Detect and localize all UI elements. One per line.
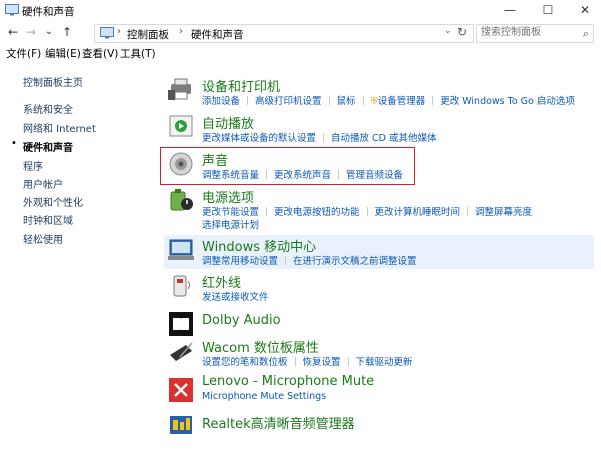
search-icon[interactable]: ⌕ [583, 27, 589, 41]
sidebar-item-user-accounts[interactable]: 用户帐户 [23, 176, 63, 191]
menu-tools[interactable]: 工具(T) [120, 46, 156, 61]
link-divider [247, 96, 249, 105]
category-links: 调整常用移动设置 在进行演示文稿之前调整设置 [202, 253, 417, 267]
link-screen-brightness[interactable]: 调整屏幕亮度 [475, 207, 532, 218]
up-icon[interactable]: ↑ [60, 24, 74, 40]
link-restore-settings[interactable]: 恢复设置 [303, 357, 341, 368]
tablet-icon [170, 342, 193, 361]
shield-icon: ⛨ [370, 96, 378, 107]
link-sleep-time[interactable]: 更改计算机睡眠时间 [375, 207, 461, 218]
menu-view[interactable]: 查看(V) [82, 46, 118, 61]
infrared-icon [173, 275, 190, 297]
category-links: 更改节能设置 更改电源按钮的功能 更改计算机睡眠时间 调整屏幕亮度 [202, 204, 532, 218]
link-divider [362, 96, 364, 105]
window-title: 硬件和声音 [22, 6, 75, 18]
minimize-button[interactable]: — [494, 0, 526, 22]
mobility-center-icon [168, 239, 194, 260]
link-divider [294, 357, 296, 366]
microphone-mute-icon [169, 378, 193, 402]
maximize-button[interactable]: ☐ [532, 0, 564, 22]
link-mouse[interactable]: 鼠标 [337, 96, 356, 107]
link-media-defaults[interactable]: 更改媒体或设备的默认设置 [202, 133, 316, 144]
category-title[interactable]: Lenovo - Microphone Mute [202, 374, 374, 389]
address-row: ← → ⌄ ↑ › 控制面板 › 硬件和声音 ⌄ ↻ ⌕ [0, 22, 601, 44]
sidebar-item-system-security[interactable]: 系统和安全 [23, 101, 73, 116]
sidebar-item-hardware-sound[interactable]: 硬件和声音 [23, 139, 73, 154]
category-links: 添加设备 高级打印机设置 鼠标 ⛨设备管理器 更改 Windows To Go 启动选项 [202, 93, 575, 107]
link-manage-audio-devices[interactable]: 管理音频设备 [346, 170, 403, 181]
category-links: 选择电源计划 [202, 217, 259, 231]
link-presentation-settings[interactable]: 在进行演示文稿之前调整设置 [293, 256, 417, 267]
back-icon[interactable]: ← [6, 24, 20, 40]
dolby-icon [169, 312, 193, 336]
link-divider [347, 357, 349, 366]
link-mic-mute-settings[interactable]: Microphone Mute Settings [202, 391, 326, 402]
sidebar-item-clock-region[interactable]: 时钟和区域 [23, 212, 73, 227]
menu-file[interactable]: 文件(F) [6, 46, 41, 61]
category-title[interactable]: Dolby Audio [202, 313, 281, 328]
refresh-icon[interactable]: ↻ [457, 25, 467, 39]
speaker-icon [169, 152, 193, 176]
link-autoplay-cd[interactable]: 自动播放 CD 或其他媒体 [331, 133, 437, 144]
breadcrumb-hardware-sound[interactable]: 硬件和声音 [191, 27, 244, 42]
link-divider [467, 207, 469, 216]
sidebar-item-ease-of-access[interactable]: 轻松使用 [23, 231, 63, 246]
control-panel-icon [100, 27, 114, 39]
close-button[interactable]: ✕ [569, 0, 601, 22]
breadcrumb-control-panel[interactable]: 控制面板 [127, 27, 169, 42]
link-mobility-settings[interactable]: 调整常用移动设置 [202, 256, 278, 267]
forward-icon[interactable]: → [24, 24, 38, 40]
power-icon [170, 189, 193, 211]
link-divider [266, 170, 268, 179]
link-power-plan[interactable]: 选择电源计划 [202, 220, 259, 231]
sidebar-item-programs[interactable]: 程序 [23, 158, 43, 173]
category-links: 发送或接收文件 [202, 289, 269, 303]
control-panel-icon [5, 4, 19, 16]
link-divider [323, 133, 325, 142]
link-change-sounds[interactable]: 更改系统声音 [274, 170, 331, 181]
search-box: ⌕ [476, 24, 594, 43]
category-links: 设置您的笔和数位板 恢复设置 下载驱动更新 [202, 354, 413, 368]
link-download-driver[interactable]: 下载驱动更新 [356, 357, 413, 368]
menu-edit[interactable]: 编辑(E) [45, 46, 81, 61]
title-bar: 硬件和声音 — ☐ ✕ [0, 0, 601, 22]
link-divider [285, 256, 287, 265]
sidebar-item-appearance[interactable]: 外观和个性化 [23, 194, 83, 209]
recent-pages-icon[interactable]: ⌄ [42, 24, 56, 40]
link-divider [366, 207, 368, 216]
sidebar-item-home[interactable]: 控制面板主页 [23, 74, 83, 89]
breadcrumb-separator: › [117, 26, 121, 37]
link-device-manager[interactable]: 设备管理器 [378, 96, 426, 107]
link-windows-to-go[interactable]: 更改 Windows To Go 启动选项 [440, 96, 575, 107]
link-pen-tablet-settings[interactable]: 设置您的笔和数位板 [202, 357, 288, 368]
link-adjust-volume[interactable]: 调整系统音量 [202, 170, 259, 181]
address-bar[interactable]: › 控制面板 › 硬件和声音 ⌄ ↻ [94, 24, 474, 43]
category-links: 更改媒体或设备的默认设置 自动播放 CD 或其他媒体 [202, 130, 437, 144]
category-links: Microphone Mute Settings [202, 391, 326, 402]
link-send-receive-files[interactable]: 发送或接收文件 [202, 292, 269, 303]
link-divider [266, 207, 268, 216]
current-page-bullet: • [11, 138, 17, 149]
printer-icon [168, 78, 191, 100]
sidebar-item-network[interactable]: 网络和 Internet [23, 120, 96, 135]
category-title[interactable]: Realtek高清晰音频管理器 [202, 413, 355, 432]
breadcrumb-separator: › [179, 26, 183, 37]
link-add-device[interactable]: 添加设备 [202, 96, 240, 107]
link-divider [432, 96, 434, 105]
chevron-down-icon[interactable]: ⌄ [444, 26, 452, 36]
link-power-button[interactable]: 更改电源按钮的功能 [274, 207, 360, 218]
link-divider [328, 96, 330, 105]
link-divider [338, 170, 340, 179]
search-input[interactable] [477, 25, 575, 40]
category-links: 调整系统音量 更改系统声音 管理音频设备 [202, 167, 403, 181]
link-advanced-printer[interactable]: 高级打印机设置 [255, 96, 322, 107]
autoplay-icon [169, 115, 193, 137]
realtek-audio-icon [170, 416, 192, 434]
